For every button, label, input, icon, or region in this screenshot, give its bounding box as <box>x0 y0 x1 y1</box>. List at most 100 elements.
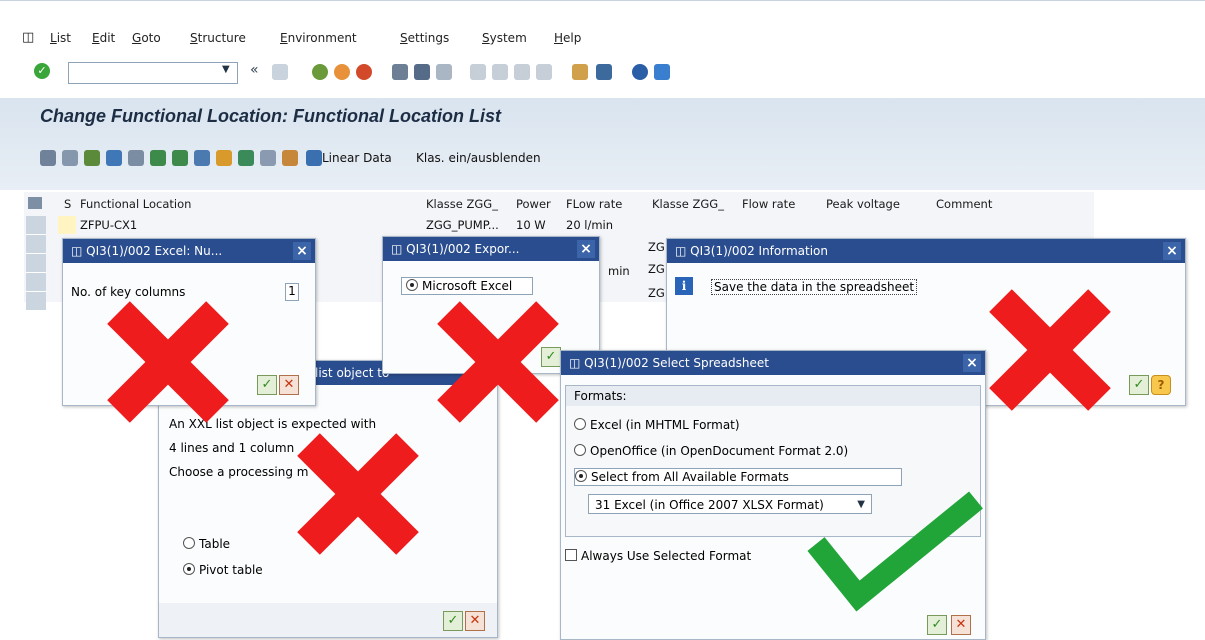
export-title-text: QI3(1)/002 Expor... <box>406 242 520 256</box>
row-selector[interactable] <box>26 292 46 311</box>
menu-structure[interactable]: Structure <box>190 31 246 45</box>
col-header-comment[interactable]: Comment <box>936 197 992 211</box>
back-icon[interactable] <box>312 64 328 80</box>
close-icon[interactable]: × <box>577 240 595 258</box>
col-header-power[interactable]: Power <box>516 197 551 211</box>
enter-icon[interactable]: ✓ <box>34 63 50 79</box>
radio-icon[interactable] <box>574 418 586 430</box>
edit-icon[interactable] <box>62 150 78 166</box>
row-selector[interactable] <box>26 254 46 273</box>
linear-data-button[interactable]: Linear Data <box>322 151 392 165</box>
linear-data-icon[interactable] <box>306 150 322 166</box>
radio-icon[interactable] <box>183 537 195 549</box>
radio-pivot-table[interactable]: Pivot table <box>183 563 263 577</box>
cancel-button[interactable]: ✕ <box>951 615 971 635</box>
menu-goto[interactable]: Goto <box>132 31 161 45</box>
cancel-button[interactable]: ✕ <box>279 375 299 395</box>
cell-location[interactable]: ZFPU-CX1 <box>80 218 137 232</box>
cell-power[interactable]: 10 W <box>516 218 546 232</box>
row-selector[interactable] <box>26 273 46 292</box>
window-icon: ◫ <box>675 244 691 258</box>
save-icon[interactable] <box>272 64 288 80</box>
radio-icon[interactable] <box>406 279 418 291</box>
next-page-icon[interactable] <box>514 64 530 80</box>
sort-descending-icon[interactable] <box>172 150 188 166</box>
radio-icon[interactable] <box>183 563 195 575</box>
help-button[interactable]: ? <box>1151 375 1171 395</box>
filter-icon[interactable] <box>194 150 210 166</box>
deselect-icon[interactable] <box>128 150 144 166</box>
cell-partial[interactable]: ZG <box>648 240 665 254</box>
col-header-functional-location[interactable]: Functional Location <box>80 197 191 211</box>
cell-partial[interactable]: ZG <box>648 286 665 300</box>
details-icon[interactable] <box>40 150 56 166</box>
cancel-icon[interactable] <box>356 64 372 80</box>
find-icon[interactable] <box>414 64 430 80</box>
shortcut-icon[interactable] <box>596 64 612 80</box>
checkbox-icon[interactable] <box>565 549 577 561</box>
always-use-format-checkbox[interactable]: Always Use Selected Format <box>565 549 751 563</box>
menu-environment[interactable]: Environment <box>280 31 357 45</box>
cancel-button[interactable]: ✕ <box>465 611 485 631</box>
radio-opendocument[interactable]: OpenOffice (in OpenDocument Format 2.0) <box>574 444 848 458</box>
col-header-s[interactable]: S <box>64 197 71 211</box>
status-cell <box>58 216 76 234</box>
layout-icon[interactable] <box>260 150 276 166</box>
menu-help[interactable]: Help <box>554 31 581 45</box>
menu-settings[interactable]: Settings <box>400 31 449 45</box>
close-icon[interactable]: × <box>293 242 311 260</box>
cell-partial[interactable]: ZG <box>648 262 665 276</box>
radio-table[interactable]: Table <box>183 537 230 551</box>
radio-icon[interactable] <box>575 470 587 482</box>
first-page-icon[interactable] <box>470 64 486 80</box>
col-header-flow-rate-2[interactable]: Flow rate <box>742 197 795 211</box>
help-icon[interactable] <box>632 64 648 80</box>
confirm-button[interactable]: ✓ <box>1129 375 1149 395</box>
menu-edit[interactable]: Edit <box>92 31 115 45</box>
menu-bar: ◫ List Edit Goto Structure Environment S… <box>0 0 1205 53</box>
col-header-klasse-2[interactable]: Klasse ZGG_ <box>652 197 724 211</box>
find-next-icon[interactable] <box>436 64 452 80</box>
confirm-button[interactable]: ✓ <box>443 611 463 631</box>
confirm-button[interactable]: ✓ <box>927 615 947 635</box>
command-field[interactable] <box>68 62 238 84</box>
previous-page-icon[interactable] <box>492 64 508 80</box>
layout-settings-icon[interactable] <box>28 197 42 209</box>
row-selector[interactable] <box>26 216 46 235</box>
sum-icon[interactable] <box>216 150 232 166</box>
col-header-peak-voltage[interactable]: Peak voltage <box>826 197 900 211</box>
col-header-klasse-1[interactable]: Klasse ZGG_ <box>426 197 498 211</box>
exit-icon[interactable] <box>334 64 350 80</box>
radio-all-formats[interactable]: Select from All Available Formats <box>574 468 902 486</box>
command-dropdown-icon[interactable]: ▼ <box>222 64 230 75</box>
change-layout-icon[interactable] <box>282 150 298 166</box>
select-all-icon[interactable] <box>106 150 122 166</box>
menu-list[interactable]: List <box>50 31 71 45</box>
red-cross-icon <box>428 292 568 432</box>
spreadsheet-dialog-title: ◫ QI3(1)/002 Select Spreadsheet <box>561 351 985 375</box>
key-columns-input[interactable]: 1 <box>285 283 299 301</box>
radio-mhtml-label: Excel (in MHTML Format) <box>590 418 740 432</box>
customize-layout-icon[interactable] <box>654 64 670 80</box>
menu-icon[interactable]: ◫ <box>22 30 34 45</box>
confirm-button[interactable]: ✓ <box>257 375 277 395</box>
sort-ascending-icon[interactable] <box>150 150 166 166</box>
print-icon[interactable] <box>392 64 408 80</box>
create-session-icon[interactable] <box>572 64 588 80</box>
cell-klasse[interactable]: ZGG_PUMP... <box>426 218 499 232</box>
collapse-icon[interactable]: « <box>250 62 259 78</box>
col-header-flow-rate-1[interactable]: FLow rate <box>566 197 622 211</box>
cell-partial[interactable]: min <box>608 264 630 278</box>
menu-system[interactable]: System <box>482 31 527 45</box>
row-selector[interactable] <box>26 235 46 254</box>
export-icon[interactable] <box>238 150 254 166</box>
radio-icon[interactable] <box>574 444 586 456</box>
refresh-icon[interactable] <box>84 150 100 166</box>
radio-mhtml[interactable]: Excel (in MHTML Format) <box>574 418 740 432</box>
formats-group-header <box>566 386 980 406</box>
last-page-icon[interactable] <box>536 64 552 80</box>
close-icon[interactable]: × <box>1163 242 1181 260</box>
close-icon[interactable]: × <box>963 354 981 372</box>
klas-toggle-button[interactable]: Klas. ein/ausblenden <box>416 151 541 165</box>
cell-flow[interactable]: 20 l/min <box>566 218 613 232</box>
